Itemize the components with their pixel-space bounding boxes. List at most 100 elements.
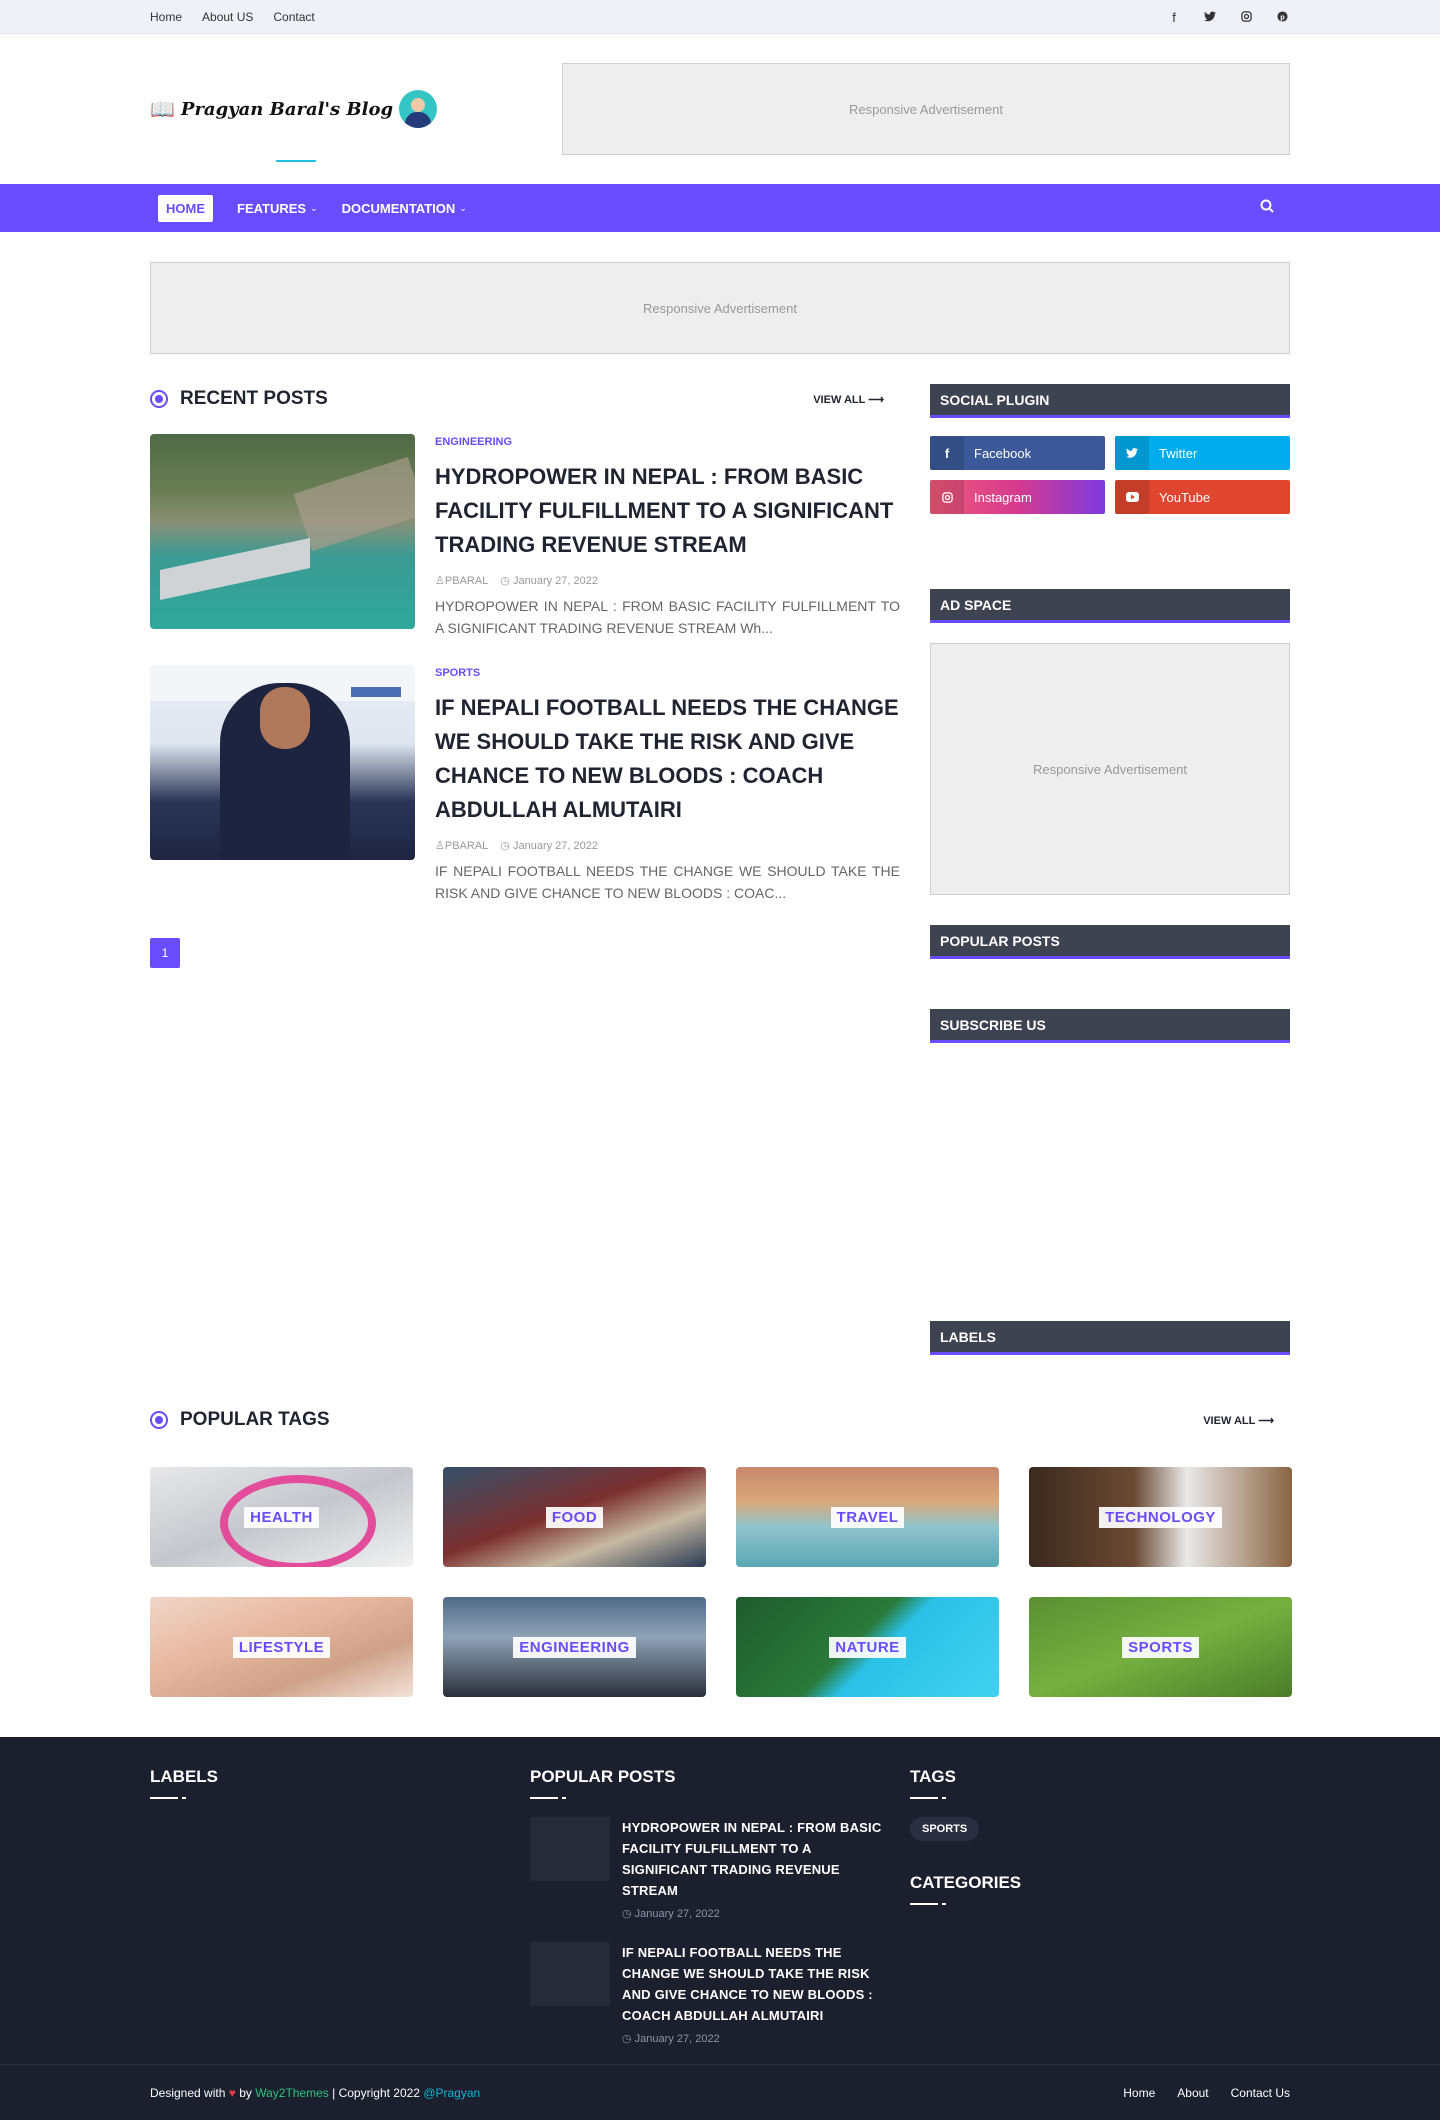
footer-post-title[interactable]: IF NEPALI FOOTBALL NEEDS THE CHANGE WE S… [622, 1942, 890, 2026]
pinterest-icon[interactable]: p [1274, 10, 1290, 25]
logo-underline [276, 160, 316, 162]
top-bar: Home About US Contact f p [0, 0, 1440, 34]
post-category[interactable]: ENGINEERING [435, 436, 900, 448]
youtube-button[interactable]: YouTube [1115, 480, 1290, 514]
nav-item-documentation[interactable]: DOCUMENTATION ⌄ [342, 201, 467, 216]
facebook-button[interactable]: f Facebook [930, 436, 1105, 470]
footer-popular-posts: POPULAR POSTS HYDROPOWER IN NEPAL : FROM… [530, 1767, 910, 2045]
post-excerpt: HYDROPOWER IN NEPAL : FROM BASIC FACILIT… [435, 598, 900, 636]
instagram-icon[interactable] [1238, 10, 1254, 25]
facebook-icon[interactable]: f [1166, 10, 1182, 25]
chevron-down-icon: ⌄ [459, 202, 467, 213]
instagram-button[interactable]: Instagram [930, 480, 1105, 514]
footer-post-date: ◷ January 27, 2022 [622, 2033, 720, 2045]
ad-text: Responsive Advertisement [1033, 761, 1187, 777]
site-logo[interactable]: 📖 Pragyan Baral's Blog [150, 90, 438, 128]
top-link-contact[interactable]: Contact [273, 10, 314, 24]
post-excerpt: IF NEPALI FOOTBALL NEEDS THE CHANGE WE S… [435, 863, 900, 901]
footer-tags: TAGS SPORTS CATEGORIES [910, 1767, 1290, 2045]
footer-post-title[interactable]: HYDROPOWER IN NEPAL : FROM BASIC FACILIT… [622, 1817, 890, 1901]
clock-icon: ◷ [622, 1908, 632, 1920]
book-icon: 📖 [150, 98, 175, 121]
recent-posts-section: RECENT POSTS VIEW ALL ⟶ ENGINEERING HYDR… [150, 384, 900, 1355]
sidebar: SOCIAL PLUGIN f Facebook Twitter Instagra… [930, 384, 1290, 1355]
post-date: ◷ January 27, 2022 [500, 575, 598, 587]
post-thumbnail[interactable] [150, 665, 415, 860]
wide-advertisement[interactable]: Responsive Advertisement [150, 262, 1290, 354]
tag-label: LIFESTYLE [232, 1636, 331, 1658]
site-footer: LABELS POPULAR POSTS HYDROPOWER IN NEPAL… [0, 1737, 1440, 2120]
ad-text: Responsive Advertisement [643, 300, 797, 316]
footer-link-about[interactable]: About [1177, 2086, 1208, 2100]
section-dot-icon [150, 390, 168, 408]
view-all-link[interactable]: VIEW ALL ⟶ [813, 393, 884, 406]
footer-post-thumbnail[interactable] [530, 1942, 610, 2006]
tag-card-food[interactable]: FOOD [443, 1467, 706, 1567]
main-nav: HOME FEATURES ⌄ DOCUMENTATION ⌄ [0, 184, 1440, 232]
post-title[interactable]: IF NEPALI FOOTBALL NEEDS THE CHANGE WE S… [435, 691, 900, 827]
sidebar-advertisement[interactable]: Responsive Advertisement [930, 643, 1290, 895]
post-author: ♙PBARAL [435, 575, 489, 587]
tag-label: TECHNOLOGY [1099, 1506, 1222, 1528]
pagination-page-1[interactable]: 1 [150, 938, 180, 968]
youtube-icon [1115, 480, 1149, 514]
view-all-link[interactable]: VIEW ALL ⟶ [1203, 1414, 1274, 1427]
footer-tag-sports[interactable]: SPORTS [910, 1817, 980, 1841]
tag-label: FOOD [545, 1506, 604, 1528]
author-link[interactable]: @Pragyan [423, 2086, 480, 2100]
tag-card-travel[interactable]: TRAVEL [736, 1467, 999, 1567]
footer-links: Home About Contact Us [1123, 2086, 1290, 2100]
heart-icon: ♥ [228, 2086, 236, 2100]
tag-card-technology[interactable]: TECHNOLOGY [1029, 1467, 1292, 1567]
top-link-about[interactable]: About US [202, 10, 253, 24]
tag-card-nature[interactable]: NATURE [736, 1597, 999, 1697]
tag-label: TRAVEL [830, 1506, 905, 1528]
widget-title-social: SOCIAL PLUGIN [930, 384, 1290, 418]
nav-item-home[interactable]: HOME [158, 194, 213, 222]
footer-heading: LABELS [150, 1767, 218, 1786]
theme-link[interactable]: Way2Themes [255, 2086, 329, 2100]
tag-label: NATURE [829, 1636, 906, 1658]
main-area: RECENT POSTS VIEW ALL ⟶ ENGINEERING HYDR… [150, 384, 1290, 1355]
ad-text: Responsive Advertisement [849, 101, 1003, 117]
tag-label: ENGINEERING [513, 1636, 636, 1658]
post-card: SPORTS IF NEPALI FOOTBALL NEEDS THE CHAN… [150, 665, 900, 904]
section-title: RECENT POSTS [180, 388, 328, 409]
footer-heading: POPULAR POSTS [530, 1767, 676, 1786]
footer-link-contact[interactable]: Contact Us [1231, 2086, 1290, 2100]
social-buttons: f Facebook Twitter Instagram YouTube [930, 436, 1290, 514]
post-thumbnail[interactable] [150, 434, 415, 629]
top-links: Home About US Contact [150, 10, 315, 24]
nav-menu: HOME FEATURES ⌄ DOCUMENTATION ⌄ [150, 194, 467, 222]
top-social: f p [1166, 10, 1290, 25]
tag-label: SPORTS [1122, 1636, 1199, 1658]
post-title[interactable]: HYDROPOWER IN NEPAL : FROM BASIC FACILIT… [435, 460, 900, 562]
twitter-button[interactable]: Twitter [1115, 436, 1290, 470]
nav-item-features[interactable]: FEATURES ⌄ [237, 201, 318, 216]
footer-post[interactable]: IF NEPALI FOOTBALL NEEDS THE CHANGE WE S… [530, 1942, 890, 2045]
post-category[interactable]: SPORTS [435, 667, 900, 679]
footer-post-thumbnail[interactable] [530, 1817, 610, 1881]
twitter-icon[interactable] [1202, 10, 1218, 25]
footer-post[interactable]: HYDROPOWER IN NEPAL : FROM BASIC FACILIT… [530, 1817, 890, 1920]
tag-grid: HEALTH FOOD TRAVEL TECHNOLOGY LIFESTYLE … [150, 1467, 1292, 1697]
footer-bottom-bar: Designed with ♥ by Way2Themes | Copyrigh… [0, 2064, 1440, 2120]
tag-card-health[interactable]: HEALTH [150, 1467, 413, 1567]
clock-icon: ◷ [622, 2033, 632, 2045]
post-card: ENGINEERING HYDROPOWER IN NEPAL : FROM B… [150, 434, 900, 639]
widget-title-subscribe: SUBSCRIBE US [930, 1009, 1290, 1043]
section-dot-icon [150, 1411, 168, 1429]
footer-heading: TAGS [910, 1767, 956, 1786]
tag-card-lifestyle[interactable]: LIFESTYLE [150, 1597, 413, 1697]
footer-link-home[interactable]: Home [1123, 2086, 1155, 2100]
search-icon[interactable] [1260, 199, 1290, 218]
widget-title-popular: POPULAR POSTS [930, 925, 1290, 959]
tag-card-sports[interactable]: SPORTS [1029, 1597, 1292, 1697]
site-header: 📖 Pragyan Baral's Blog Responsive Advert… [0, 34, 1440, 184]
top-link-home[interactable]: Home [150, 10, 182, 24]
header-advertisement[interactable]: Responsive Advertisement [562, 63, 1290, 155]
section-title: POPULAR TAGS [180, 1409, 330, 1430]
chevron-down-icon: ⌄ [310, 202, 318, 213]
footer-credit: Designed with ♥ by Way2Themes | Copyrigh… [150, 2086, 481, 2100]
tag-card-engineering[interactable]: ENGINEERING [443, 1597, 706, 1697]
